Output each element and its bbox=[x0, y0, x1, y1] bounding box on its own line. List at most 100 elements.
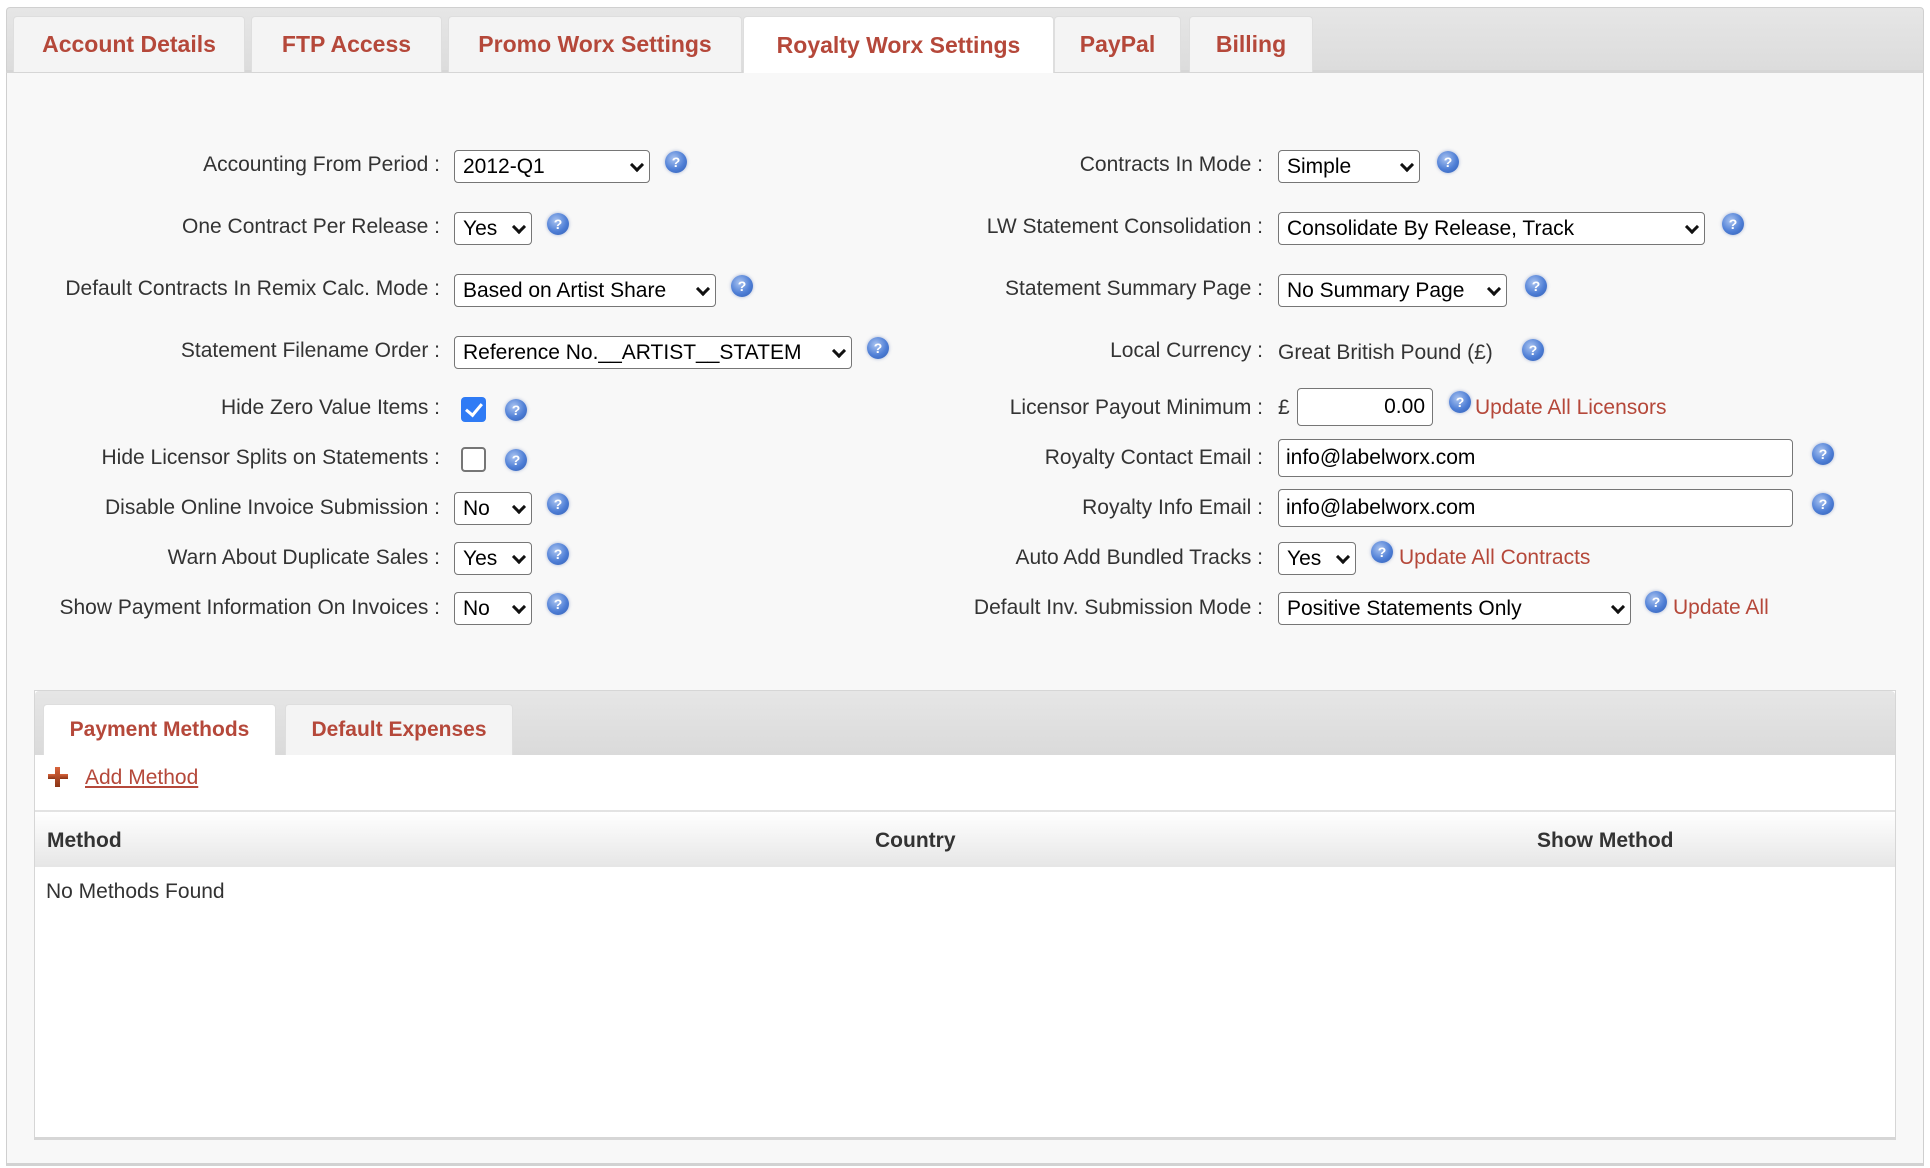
empty-state-text: No Methods Found bbox=[46, 880, 225, 903]
local-currency-label: Local Currency : bbox=[1110, 339, 1263, 362]
one-contract-per-release-select[interactable]: Yes bbox=[454, 212, 532, 245]
help-icon[interactable]: ? bbox=[547, 493, 569, 515]
chevron-down-icon bbox=[831, 343, 847, 358]
help-icon[interactable]: ? bbox=[665, 151, 687, 173]
royalty-contact-email-input[interactable]: info@labelworx.com bbox=[1278, 439, 1793, 477]
royalty-contact-email-label: Royalty Contact Email : bbox=[1044, 446, 1263, 469]
tab-promo-worx-settings[interactable]: Promo Worx Settings bbox=[448, 16, 742, 72]
help-icon[interactable]: ? bbox=[1522, 339, 1544, 361]
show-payment-info-label: Show Payment Information On Invoices : bbox=[59, 596, 440, 619]
statement-summary-page-label: Statement Summary Page : bbox=[1005, 277, 1263, 300]
chevron-down-icon bbox=[511, 549, 527, 564]
default-inv-submission-mode-select[interactable]: Positive Statements Only bbox=[1278, 592, 1631, 625]
update-all-contracts-link[interactable]: Update All Contracts bbox=[1399, 546, 1590, 570]
lw-statement-consolidation-label: LW Statement Consolidation : bbox=[986, 215, 1263, 238]
hide-zero-value-items-checkbox[interactable] bbox=[461, 397, 486, 422]
help-icon[interactable]: ? bbox=[1722, 213, 1744, 235]
help-icon[interactable]: ? bbox=[547, 593, 569, 615]
warn-duplicate-sales-value: Yes bbox=[463, 546, 498, 570]
help-icon[interactable]: ? bbox=[1812, 443, 1834, 465]
auto-add-bundled-tracks-label: Auto Add Bundled Tracks : bbox=[1015, 546, 1264, 569]
statement-summary-page-select[interactable]: No Summary Page bbox=[1278, 274, 1507, 307]
help-icon[interactable]: ? bbox=[1449, 391, 1471, 413]
chevron-down-icon bbox=[1684, 219, 1700, 234]
default-inv-submission-mode-value: Positive Statements Only bbox=[1287, 596, 1522, 620]
local-currency-value: Great British Pound (£) bbox=[1278, 341, 1493, 364]
lw-statement-consolidation-value: Consolidate By Release, Track bbox=[1287, 216, 1575, 240]
royalty-info-email-value: info@labelworx.com bbox=[1286, 496, 1476, 519]
hide-licensor-splits-label: Hide Licensor Splits on Statements : bbox=[101, 446, 440, 469]
column-header-method: Method bbox=[47, 829, 122, 852]
warn-duplicate-sales-label: Warn About Duplicate Sales : bbox=[167, 546, 440, 569]
chevron-down-icon bbox=[1399, 157, 1415, 172]
hide-zero-value-items-label: Hide Zero Value Items : bbox=[220, 396, 440, 419]
update-all-link[interactable]: Update All bbox=[1673, 596, 1769, 620]
help-icon[interactable]: ? bbox=[547, 213, 569, 235]
auto-add-bundled-tracks-select[interactable]: Yes bbox=[1278, 542, 1356, 575]
tab-paypal[interactable]: PayPal bbox=[1054, 16, 1181, 72]
statement-filename-order-value: Reference No.__ARTIST__STATEM bbox=[463, 340, 802, 364]
plus-icon bbox=[48, 767, 68, 787]
default-contracts-remix-label: Default Contracts In Remix Calc. Mode : bbox=[65, 277, 440, 300]
contracts-in-mode-label: Contracts In Mode : bbox=[1079, 153, 1263, 176]
royalty-info-email-input[interactable]: info@labelworx.com bbox=[1278, 489, 1793, 527]
disable-online-invoice-select[interactable]: No bbox=[454, 492, 532, 525]
help-icon[interactable]: ? bbox=[867, 337, 889, 359]
contracts-in-mode-value: Simple bbox=[1287, 154, 1352, 178]
tab-account-details[interactable]: Account Details bbox=[13, 16, 245, 72]
help-icon[interactable]: ? bbox=[1812, 493, 1834, 515]
default-contracts-remix-value: Based on Artist Share bbox=[463, 278, 667, 302]
tab-royalty-worx-settings[interactable]: Royalty Worx Settings bbox=[743, 16, 1054, 74]
chevron-down-icon bbox=[511, 599, 527, 614]
statement-filename-order-label: Statement Filename Order : bbox=[180, 339, 440, 362]
sub-tab-bar: Payment Methods Default Expenses bbox=[35, 691, 1895, 755]
accounting-from-period-select[interactable]: 2012-Q1 bbox=[454, 150, 650, 183]
settings-tab-bar: Account Details FTP Access Promo Worx Se… bbox=[6, 7, 1924, 74]
tab-default-expenses[interactable]: Default Expenses bbox=[285, 704, 513, 755]
disable-online-invoice-value: No bbox=[463, 496, 490, 520]
chevron-down-icon bbox=[511, 499, 527, 514]
tab-payment-methods[interactable]: Payment Methods bbox=[43, 704, 276, 755]
tab-billing[interactable]: Billing bbox=[1189, 16, 1313, 72]
one-contract-per-release-label: One Contract Per Release : bbox=[182, 215, 440, 238]
chevron-down-icon bbox=[695, 281, 711, 296]
statement-summary-page-value: No Summary Page bbox=[1287, 278, 1465, 302]
auto-add-bundled-tracks-value: Yes bbox=[1287, 546, 1322, 570]
licensor-payout-minimum-input[interactable]: 0.00 bbox=[1297, 388, 1433, 426]
payment-methods-table-header: Method Country Show Method bbox=[35, 810, 1895, 867]
help-icon[interactable]: ? bbox=[1525, 275, 1547, 297]
tab-ftp-access[interactable]: FTP Access bbox=[251, 16, 442, 72]
chevron-down-icon bbox=[511, 219, 527, 234]
accounting-from-period-label: Accounting From Period : bbox=[203, 153, 440, 176]
help-icon[interactable]: ? bbox=[1645, 591, 1667, 613]
contracts-in-mode-select[interactable]: Simple bbox=[1278, 150, 1420, 183]
help-icon[interactable]: ? bbox=[731, 275, 753, 297]
default-contracts-remix-select[interactable]: Based on Artist Share bbox=[454, 274, 716, 307]
one-contract-per-release-value: Yes bbox=[463, 216, 498, 240]
update-all-licensors-link[interactable]: Update All Licensors bbox=[1475, 396, 1666, 420]
lw-statement-consolidation-select[interactable]: Consolidate By Release, Track bbox=[1278, 212, 1705, 245]
column-header-country: Country bbox=[875, 829, 956, 852]
help-icon[interactable]: ? bbox=[505, 399, 527, 421]
chevron-down-icon bbox=[629, 157, 645, 172]
help-icon[interactable]: ? bbox=[505, 449, 527, 471]
payment-methods-panel: Payment Methods Default Expenses Add Met… bbox=[34, 690, 1896, 1140]
royalty-info-email-label: Royalty Info Email : bbox=[1082, 496, 1263, 519]
statement-filename-order-select[interactable]: Reference No.__ARTIST__STATEM bbox=[454, 336, 852, 369]
show-payment-info-select[interactable]: No bbox=[454, 592, 532, 625]
help-icon[interactable]: ? bbox=[1371, 541, 1393, 563]
royalty-settings-panel: Accounting From Period : 2012-Q1 ? One C… bbox=[6, 73, 1924, 1166]
licensor-payout-minimum-value: 0.00 bbox=[1384, 395, 1425, 418]
chevron-down-icon bbox=[1610, 599, 1626, 614]
disable-online-invoice-label: Disable Online Invoice Submission : bbox=[105, 496, 440, 519]
show-payment-info-value: No bbox=[463, 596, 490, 620]
add-method-row: Add Method bbox=[35, 755, 1895, 803]
add-method-link[interactable]: Add Method bbox=[85, 766, 198, 790]
help-icon[interactable]: ? bbox=[1437, 151, 1459, 173]
currency-symbol: £ bbox=[1278, 396, 1290, 419]
column-header-show-method: Show Method bbox=[1537, 829, 1674, 852]
hide-licensor-splits-checkbox[interactable] bbox=[461, 447, 486, 472]
help-icon[interactable]: ? bbox=[547, 543, 569, 565]
default-inv-submission-mode-label: Default Inv. Submission Mode : bbox=[973, 596, 1263, 619]
warn-duplicate-sales-select[interactable]: Yes bbox=[454, 542, 532, 575]
